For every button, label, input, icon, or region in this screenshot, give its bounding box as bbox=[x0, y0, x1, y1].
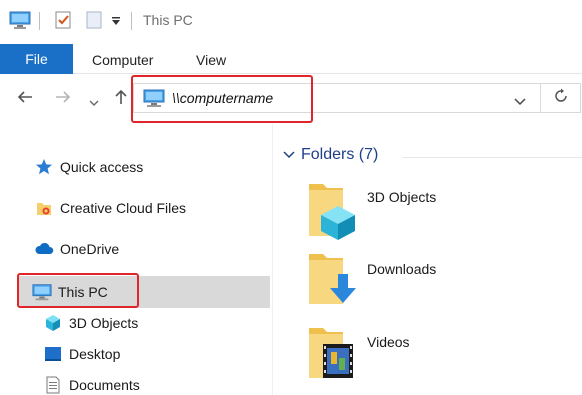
sidebar-item-label: OneDrive bbox=[60, 241, 120, 257]
sidebar-item-label: Desktop bbox=[69, 346, 121, 362]
quick-access-dropdown-icon[interactable] bbox=[111, 14, 121, 29]
forward-arrow-icon[interactable] bbox=[54, 88, 72, 109]
refresh-button[interactable] bbox=[541, 83, 581, 113]
folder-downloads[interactable] bbox=[305, 250, 359, 313]
group-label: Folders (7) bbox=[301, 146, 379, 163]
sidebar-item-onedrive[interactable]: OneDrive bbox=[34, 236, 119, 262]
pane-divider[interactable] bbox=[272, 124, 273, 395]
new-folder-icon[interactable] bbox=[84, 10, 104, 33]
refresh-icon bbox=[553, 88, 569, 109]
folder-downloads-icon bbox=[305, 254, 359, 313]
folder-3d-objects[interactable] bbox=[305, 178, 359, 245]
this-pc-highlight bbox=[17, 273, 139, 308]
sidebar-item-label: Creative Cloud Files bbox=[60, 200, 187, 216]
folder-3d-objects-icon bbox=[305, 184, 359, 245]
chevron-down-icon bbox=[283, 151, 295, 159]
title-bar: This PC bbox=[0, 0, 582, 40]
sidebar-item-label: Quick access bbox=[60, 159, 144, 175]
recent-locations-chevron-icon[interactable] bbox=[89, 92, 99, 110]
document-icon bbox=[43, 375, 63, 395]
window-title: This PC bbox=[143, 12, 193, 28]
sidebar-item-quick-access[interactable]: Quick access bbox=[34, 154, 143, 180]
folder-label: Videos bbox=[367, 334, 410, 350]
computer-icon[interactable] bbox=[9, 10, 31, 33]
properties-icon[interactable] bbox=[53, 10, 73, 33]
folder-videos[interactable] bbox=[305, 324, 359, 387]
sidebar-item-label: 3D Objects bbox=[69, 315, 139, 331]
group-divider-line bbox=[403, 157, 582, 158]
sidebar-item-3d-objects[interactable]: 3D Objects bbox=[43, 310, 138, 336]
sidebar-item-desktop[interactable]: Desktop bbox=[43, 341, 120, 367]
tab-view[interactable]: View bbox=[196, 52, 226, 68]
folder-videos-icon bbox=[305, 328, 359, 387]
folder-label: 3D Objects bbox=[367, 189, 437, 205]
star-icon bbox=[34, 157, 54, 177]
creative-cloud-icon bbox=[34, 198, 54, 218]
desktop-icon bbox=[43, 344, 63, 364]
folder-label: Downloads bbox=[367, 261, 437, 277]
sidebar-item-documents[interactable]: Documents bbox=[43, 372, 140, 395]
cube-icon bbox=[43, 313, 63, 333]
cloud-icon bbox=[34, 239, 54, 259]
up-arrow-icon[interactable] bbox=[112, 88, 130, 109]
address-dropdown-chevron-icon[interactable] bbox=[514, 94, 526, 109]
tab-file[interactable]: File bbox=[0, 44, 73, 74]
sidebar-item-creative-cloud[interactable]: Creative Cloud Files bbox=[34, 195, 186, 221]
address-bar-highlight bbox=[131, 75, 313, 123]
navigation-pane: Quick access Creative Cloud Files OneDri… bbox=[0, 124, 270, 395]
back-arrow-icon[interactable] bbox=[16, 88, 34, 109]
sidebar-item-label: Documents bbox=[69, 377, 140, 393]
folders-group-header[interactable]: Folders (7) bbox=[283, 146, 378, 164]
ribbon: File Computer View bbox=[0, 40, 582, 74]
tab-computer[interactable]: Computer bbox=[92, 52, 153, 68]
